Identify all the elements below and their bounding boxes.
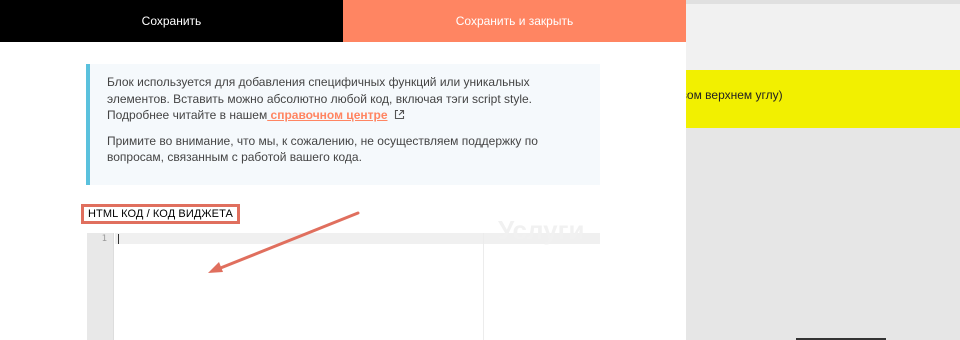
help-center-link[interactable]: справочном центре: [267, 108, 388, 122]
background-watermark-text: Услуги: [498, 215, 585, 245]
save-button[interactable]: Сохранить: [0, 0, 343, 42]
html-code-field-label: HTML КОД / КОД ВИДЖЕТА: [81, 204, 240, 224]
info-paragraph-2: Примите во внимание, что мы, к сожалению…: [107, 133, 538, 165]
html-code-editor[interactable]: 1: [87, 233, 600, 340]
screen: авом верхнем углу) Сохранить Сохранить и…: [0, 0, 960, 340]
panel-topbar: Сохранить Сохранить и закрыть: [0, 0, 686, 42]
save-and-close-button[interactable]: Сохранить и закрыть: [343, 0, 686, 42]
info-notice: Блок используется для добавления специфи…: [86, 64, 600, 185]
code-input-area[interactable]: [115, 233, 600, 340]
line-number: 1: [101, 234, 107, 244]
background-yellow-text: авом верхнем углу): [674, 88, 783, 102]
background-light-block: [686, 4, 960, 70]
info-paragraph-1: Блок используется для добавления специфи…: [107, 74, 586, 124]
editor-panel: Сохранить Сохранить и закрыть Блок испол…: [0, 0, 686, 340]
external-link-icon[interactable]: [394, 109, 405, 120]
editor-gutter: 1: [87, 233, 114, 340]
text-cursor: [118, 234, 119, 244]
